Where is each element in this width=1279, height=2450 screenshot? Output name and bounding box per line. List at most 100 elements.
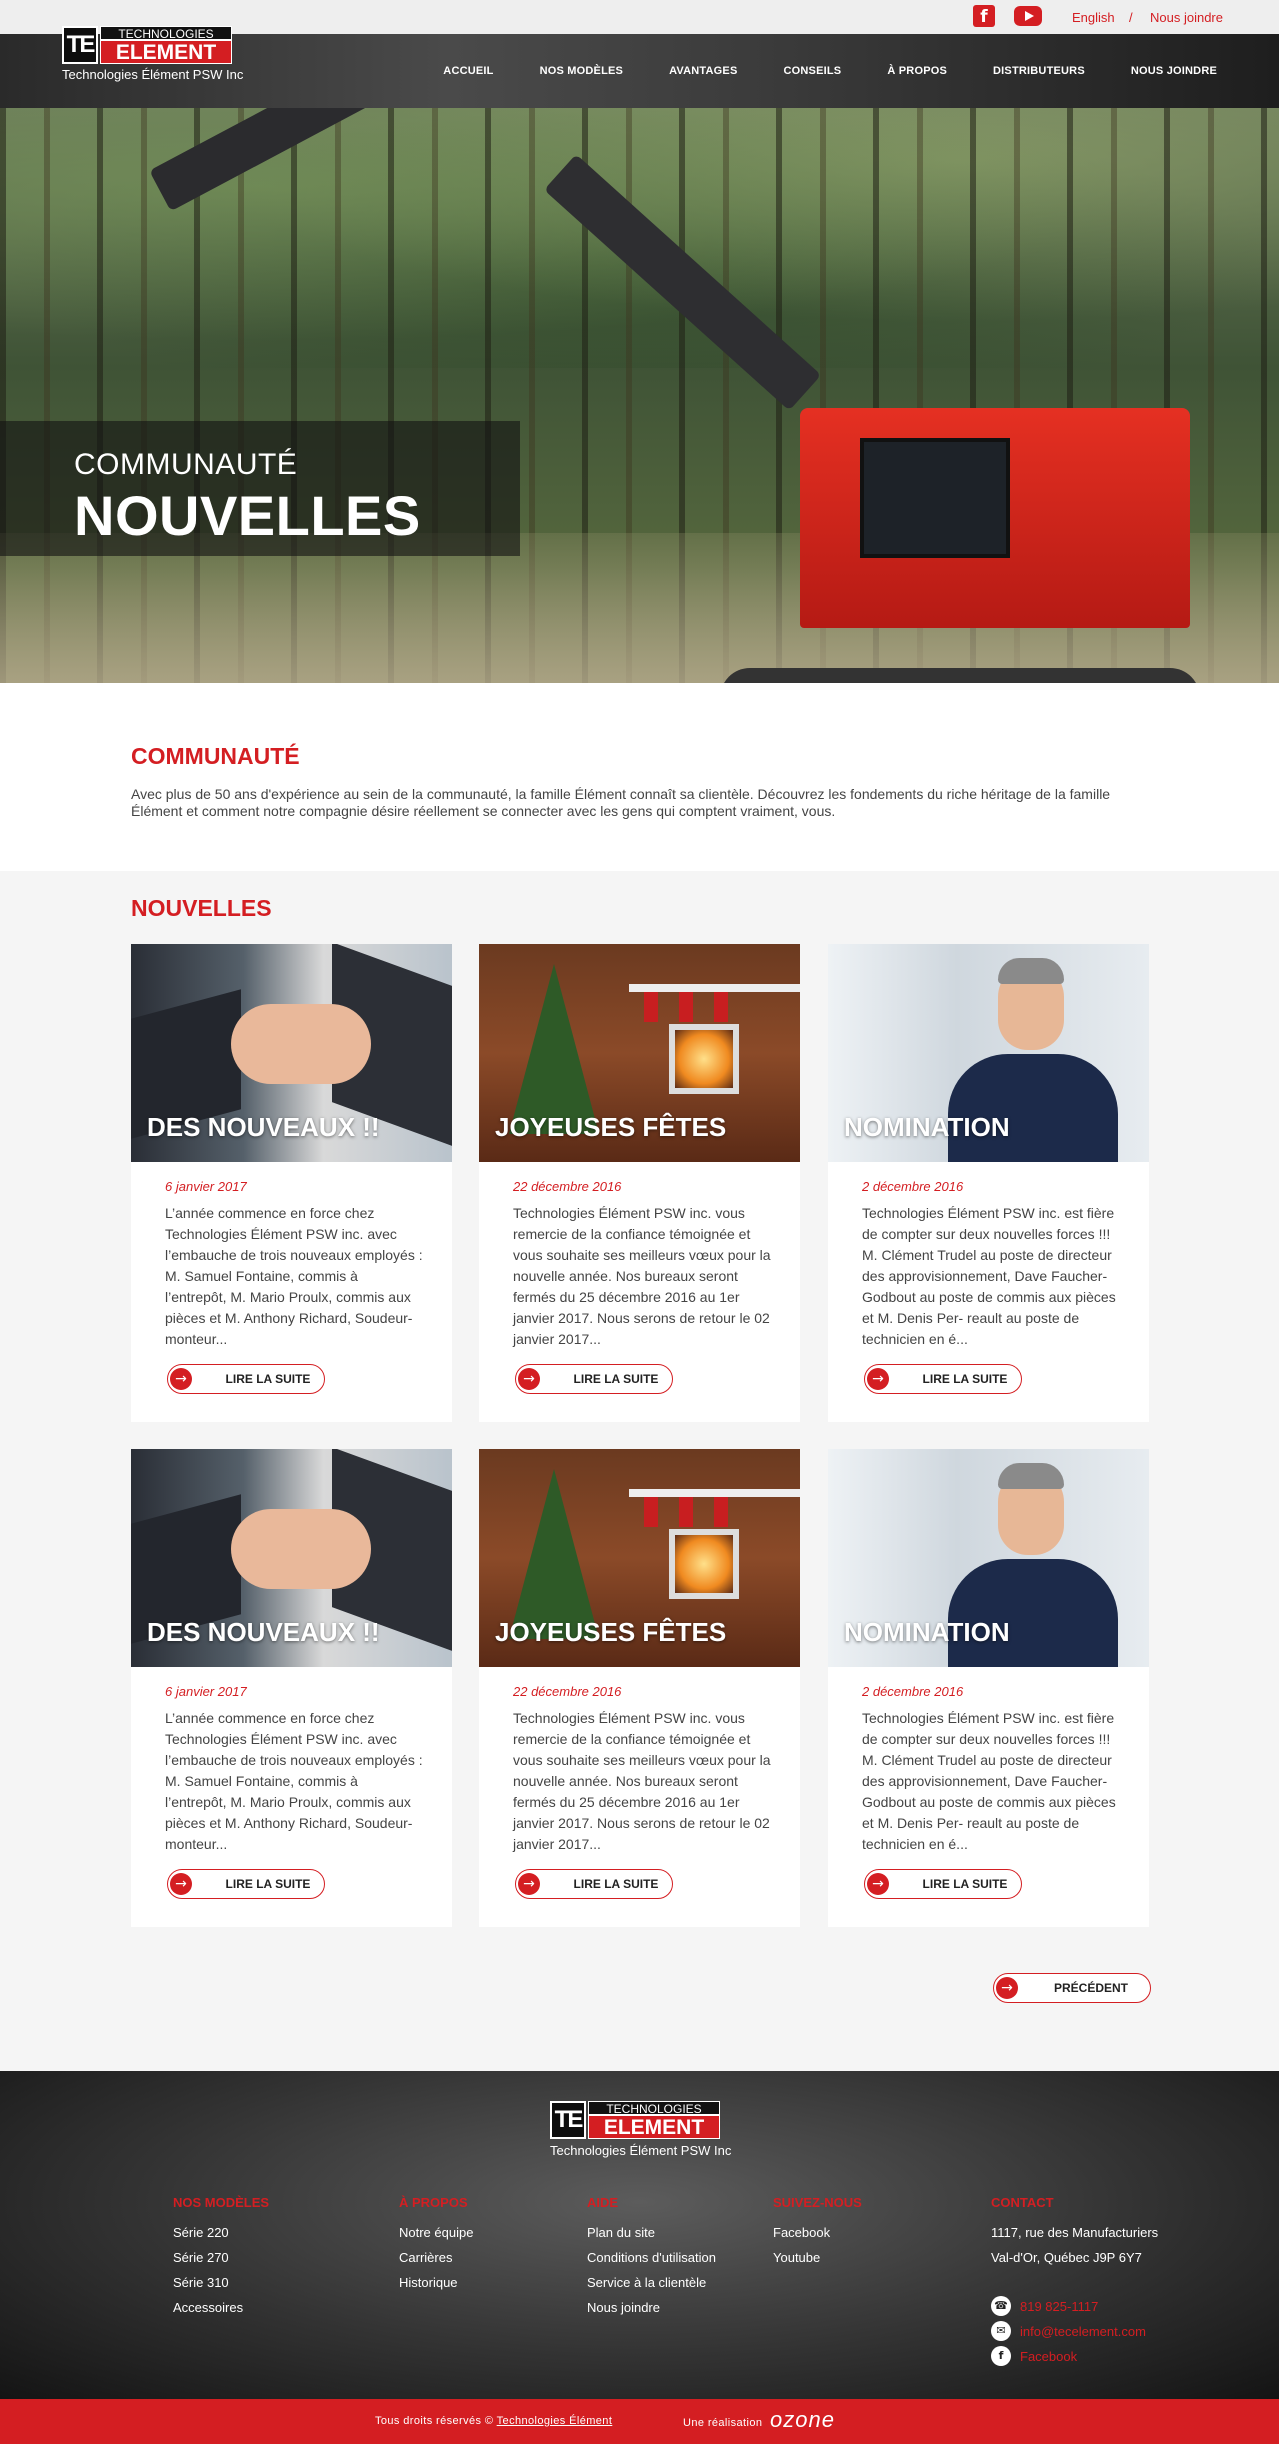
news-card-image[interactable]: NOMINATION	[828, 944, 1149, 1162]
footer-col-about: À PROPOS Notre équipe Carrières Historiq…	[399, 2195, 473, 2295]
image-detail	[509, 1469, 599, 1639]
read-more-label: LIRE LA SUITE	[225, 1877, 311, 1891]
news-card-image[interactable]: DES NOUVEAUX !!	[131, 944, 452, 1162]
arrow-right-icon: →	[170, 1368, 192, 1390]
image-detail	[948, 1559, 1118, 1667]
nav-item-avantages[interactable]: AVANTAGES	[669, 65, 737, 77]
nav-item-distributeurs[interactable]: DISTRIBUTEURS	[993, 65, 1085, 77]
phone-link[interactable]: 819 825-1117	[1020, 2299, 1098, 2314]
previous-page-button[interactable]: → PRÉCÉDENT	[993, 1973, 1151, 2003]
news-card: JOYEUSES FÊTES 22 décembre 2016 Technolo…	[479, 1449, 800, 1927]
read-more-button[interactable]: → LIRE LA SUITE	[515, 1869, 673, 1899]
hero-banner: COMMUNAUTÉ NOUVELLES	[0, 108, 1279, 683]
main-header: TE TECHNOLOGIES ELEMENT Technologies Élé…	[0, 26, 1279, 108]
read-more-label: LIRE LA SUITE	[225, 1372, 311, 1386]
footer-heading: AIDE	[587, 2195, 619, 2210]
news-card-excerpt: Technologies Élément PSW inc. est fière …	[862, 1205, 1116, 1347]
nav-item-conseils[interactable]: CONSEILS	[784, 65, 842, 77]
address-line: Val-d'Or, Québec J9P 6Y7	[991, 2250, 1142, 2265]
main-nav: ACCUEIL NOS MODÈLES AVANTAGES CONSEILS À…	[397, 65, 1217, 77]
logo-top-text: TECHNOLOGIES	[100, 26, 232, 41]
copyright-link[interactable]: Technologies Élément	[497, 2415, 613, 2427]
arrow-right-icon: →	[170, 1873, 192, 1895]
image-detail	[679, 1497, 693, 1527]
news-card-image[interactable]: JOYEUSES FÊTES	[479, 1449, 800, 1667]
footer-link[interactable]: Série 220	[173, 2220, 269, 2245]
read-more-button[interactable]: → LIRE LA SUITE	[864, 1869, 1022, 1899]
footer-col-help: AIDE Plan du site Conditions d'utilisati…	[587, 2195, 716, 2320]
footer-link[interactable]: Plan du site	[587, 2220, 716, 2245]
separator: /	[1129, 10, 1133, 25]
image-detail	[231, 1004, 371, 1084]
news-card-image[interactable]: JOYEUSES FÊTES	[479, 944, 800, 1162]
nav-item-accueil[interactable]: ACCUEIL	[443, 65, 493, 77]
footer-heading: À PROPOS	[399, 2195, 468, 2210]
email-icon: ✉	[991, 2321, 1011, 2341]
news-card-title: JOYEUSES FÊTES	[495, 1617, 727, 1647]
news-heading: NOUVELLES	[131, 895, 272, 921]
news-card-date: 22 décembre 2016	[513, 1684, 622, 1699]
nav-item-a-propos[interactable]: À PROPOS	[887, 65, 947, 77]
footer-link[interactable]: Facebook	[773, 2220, 862, 2245]
nav-item-modeles[interactable]: NOS MODÈLES	[540, 65, 624, 77]
news-card-excerpt: L’année commence en force chez Technolog…	[165, 1205, 423, 1347]
news-card-title: NOMINATION	[844, 1617, 1010, 1647]
read-more-label: LIRE LA SUITE	[922, 1372, 1008, 1386]
news-card-date: 2 décembre 2016	[862, 1179, 964, 1194]
news-card-excerpt: Technologies Élément PSW inc. vous remer…	[513, 1710, 771, 1852]
read-more-button[interactable]: → LIRE LA SUITE	[515, 1364, 673, 1394]
footer-link[interactable]: Historique	[399, 2270, 473, 2295]
contact-link[interactable]: Nous joindre	[1150, 10, 1223, 25]
logo-subtitle: Technologies Élément PSW Inc	[62, 67, 244, 82]
email-link[interactable]: info@tecelement.com	[1020, 2324, 1146, 2339]
image-detail	[629, 1489, 800, 1497]
footer-link[interactable]: Accessoires	[173, 2295, 269, 2320]
language-link[interactable]: English	[1072, 10, 1115, 25]
image-detail	[669, 1024, 739, 1094]
previous-label: PRÉCÉDENT	[1053, 1981, 1128, 1995]
news-card-date: 22 décembre 2016	[513, 1179, 622, 1194]
image-detail	[714, 992, 728, 1022]
footer-link[interactable]: Conditions d'utilisation	[587, 2245, 716, 2270]
hero-title: NOUVELLES	[74, 484, 421, 547]
news-card-image[interactable]: NOMINATION	[828, 1449, 1149, 1667]
footer-link[interactable]: Youtube	[773, 2245, 862, 2270]
site-logo[interactable]: TE TECHNOLOGIES ELEMENT Technologies Élé…	[62, 26, 243, 96]
footer-link[interactable]: Notre équipe	[399, 2220, 473, 2245]
news-card-image[interactable]: DES NOUVEAUX !!	[131, 1449, 452, 1667]
agency-logo[interactable]: ozone	[770, 2407, 835, 2433]
news-card: NOMINATION 2 décembre 2016 Technologies …	[828, 944, 1149, 1422]
news-card-excerpt: L’année commence en force chez Technolog…	[165, 1710, 423, 1852]
image-detail	[669, 1529, 739, 1599]
facebook-link[interactable]: Facebook	[1020, 2349, 1077, 2364]
read-more-button[interactable]: → LIRE LA SUITE	[167, 1869, 325, 1899]
footer-link[interactable]: Service à la clientèle	[587, 2270, 716, 2295]
footer-col-contact: CONTACT 1117, rue des Manufacturiers Val…	[991, 2195, 1158, 2270]
machine-cab	[800, 408, 1190, 628]
nav-item-nous-joindre[interactable]: NOUS JOINDRE	[1131, 65, 1217, 77]
youtube-icon[interactable]	[1014, 6, 1042, 26]
footer-link[interactable]: Nous joindre	[587, 2295, 716, 2320]
footer-link[interactable]: Série 310	[173, 2270, 269, 2295]
cab-window	[860, 438, 1010, 558]
footer-link[interactable]: Série 270	[173, 2245, 269, 2270]
news-card-date: 2 décembre 2016	[862, 1684, 964, 1699]
read-more-button[interactable]: → LIRE LA SUITE	[167, 1364, 325, 1394]
read-more-label: LIRE LA SUITE	[922, 1877, 1008, 1891]
logo-mark: TE	[62, 26, 98, 64]
footer-link[interactable]: Carrières	[399, 2245, 473, 2270]
image-detail	[644, 1497, 658, 1527]
image-detail	[629, 984, 800, 992]
image-detail	[679, 992, 693, 1022]
footer-logo[interactable]: TE TECHNOLOGIES ELEMENT Technologies Élé…	[550, 2101, 731, 2166]
logo-top-text: TECHNOLOGIES	[588, 2101, 720, 2116]
news-card: JOYEUSES FÊTES 22 décembre 2016 Technolo…	[479, 944, 800, 1422]
read-more-label: LIRE LA SUITE	[573, 1372, 659, 1386]
facebook-icon[interactable]: f	[973, 5, 995, 27]
copyright-text: Tous droits réservés © Technologies Élém…	[375, 2415, 612, 2427]
read-more-button[interactable]: → LIRE LA SUITE	[864, 1364, 1022, 1394]
intro-text: Avec plus de 50 ans d'expérience au sein…	[131, 786, 1111, 819]
site-footer: TE TECHNOLOGIES ELEMENT Technologies Élé…	[0, 2071, 1279, 2399]
news-card-excerpt: Technologies Élément PSW inc. est fière …	[862, 1710, 1116, 1852]
intro-section: COMMUNAUTÉ Avec plus de 50 ans d'expérie…	[0, 683, 1279, 871]
